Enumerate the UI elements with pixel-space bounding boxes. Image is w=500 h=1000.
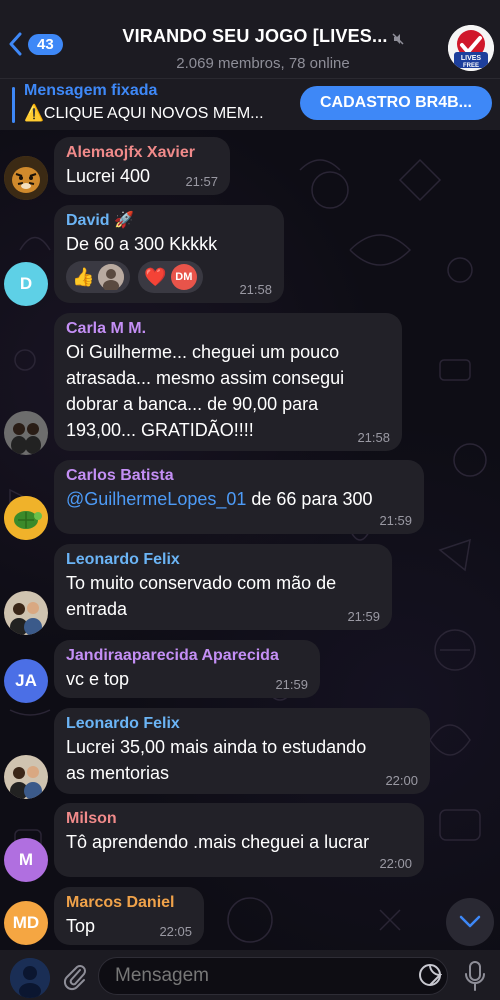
chevron-left-icon — [9, 32, 22, 56]
message-time: 21:58 — [239, 282, 272, 297]
back-button[interactable]: 43 — [8, 32, 63, 56]
scroll-to-bottom-button[interactable] — [446, 898, 494, 946]
message-time: 22:00 — [379, 856, 412, 871]
avatar[interactable] — [4, 591, 48, 635]
pinned-message-bar[interactable]: Mensagem fixada ⚠️CLIQUE AQUI NOVOS MEM.… — [0, 78, 500, 130]
message-text-rest: de 66 para 300 — [246, 489, 373, 509]
tiger-avatar-image — [4, 156, 48, 200]
message-sender: Carlos Batista — [66, 467, 174, 484]
avatar[interactable]: JA — [4, 659, 48, 703]
avatar[interactable]: MD — [4, 901, 48, 945]
message-text-line: Oi Guilherme... cheguei um pouco — [66, 342, 340, 362]
user-mention-link[interactable]: @GuilhermeLopes_01 — [66, 489, 246, 509]
turtle-avatar — [4, 496, 48, 540]
avatar-initials: MD — [12, 913, 40, 932]
message-bubble[interactable]: Milson Tô aprendendo .mais cheguei a luc… — [54, 803, 424, 877]
message-time: 21:59 — [275, 677, 308, 692]
group-avatar[interactable]: LIVES FREE — [448, 25, 494, 71]
pinned-title: Mensagem fixada — [24, 82, 158, 99]
send-as-avatar[interactable] — [10, 958, 50, 998]
sticker-icon[interactable] — [418, 963, 442, 987]
message-bubble[interactable]: Carla M M. Oi Guilherme... cheguei um po… — [54, 313, 402, 451]
message-time: 22:05 — [159, 924, 192, 939]
chat-title: VIRANDO SEU JOGO [LIVES... — [122, 26, 388, 46]
message-text: @GuilhermeLopes_01 de 66 para 300 — [66, 486, 412, 512]
message-text-line: entrada — [66, 599, 128, 619]
pinned-indicator — [12, 87, 15, 123]
message-time: 21:59 — [379, 513, 412, 528]
message-sender: Carla M M. — [66, 320, 147, 337]
message-bubble[interactable]: Alemaojfx Xavier Lucrei 400 21:57 — [54, 137, 230, 195]
avatar[interactable] — [4, 496, 48, 540]
message-text: Tô aprendendo .mais cheguei a lucrar — [66, 832, 370, 852]
message-bubble[interactable]: Carlos Batista @GuilhermeLopes_01 de 66 … — [54, 460, 424, 534]
message-time: 21:59 — [347, 609, 380, 624]
svg-text:LIVES: LIVES — [461, 55, 482, 62]
svg-text:FREE: FREE — [463, 63, 479, 69]
photo-avatar — [4, 755, 48, 799]
chat-header: 43 VIRANDO SEU JOGO [LIVES... 2.069 memb… — [0, 0, 500, 78]
message-time: 22:00 — [385, 773, 418, 788]
chat-title-area[interactable]: VIRANDO SEU JOGO [LIVES... 2.069 membros… — [98, 26, 428, 72]
message-sender: Leonardo Felix — [66, 551, 180, 568]
reactor-avatar — [98, 264, 125, 290]
chevron-down-icon — [459, 915, 481, 928]
microphone-icon[interactable] — [464, 960, 486, 992]
pinned-text: ⚠️CLIQUE AQUI NOVOS MEM... — [24, 105, 264, 122]
chat-subtitle: 2.069 membros, 78 online — [176, 55, 350, 72]
message-sender: Leonardo Felix — [66, 715, 180, 732]
avatar[interactable] — [4, 755, 48, 799]
message-time: 21:57 — [185, 174, 218, 189]
photo-avatar — [4, 591, 48, 635]
message-bubble[interactable]: Leonardo Felix Lucrei 35,00 mais ainda t… — [54, 708, 430, 794]
avatar[interactable]: D — [4, 262, 48, 306]
message-text-line: atrasada... mesmo assim consegui — [66, 368, 345, 388]
avatar[interactable] — [4, 156, 48, 200]
message-sender: David 🚀 — [66, 212, 134, 229]
message-text-line: as mentorias — [66, 763, 170, 783]
paperclip-icon[interactable] — [62, 962, 88, 992]
message-text: vc e top — [66, 669, 130, 689]
photo-avatar — [4, 411, 48, 455]
unread-count-badge: 43 — [28, 33, 63, 55]
message-input[interactable]: Mensagem — [98, 957, 448, 995]
avatar-initials: JA — [15, 671, 37, 690]
avatar[interactable]: M — [4, 838, 48, 882]
message-sender: Jandiraaparecida Aparecida — [66, 647, 279, 664]
message-text-line: Lucrei 35,00 mais ainda to estudando — [66, 737, 367, 757]
message-bubble[interactable]: Leonardo Felix To muito conservado com m… — [54, 544, 392, 630]
message-sender: Milson — [66, 810, 117, 827]
muted-icon — [392, 33, 404, 45]
message-bubble[interactable]: David 🚀 De 60 a 300 Kkkkk 👍 ❤️ DM 21:58 — [54, 205, 284, 303]
message-text-line: dobrar a banca... de 90,00 para — [66, 394, 319, 414]
reaction-thumbs-up[interactable]: 👍 — [66, 261, 131, 293]
reaction-emoji: 👍 — [72, 267, 95, 287]
reaction-emoji: ❤️ — [144, 267, 167, 287]
avatar[interactable] — [4, 411, 48, 455]
message-bubble[interactable]: Marcos Daniel Top 22:05 — [54, 887, 204, 945]
pinned-action-button[interactable]: CADASTRO BR4B... — [300, 86, 492, 120]
message-sender: Alemaojfx Xavier — [66, 144, 195, 161]
avatar-initials: D — [19, 274, 33, 293]
message-text-line: 193,00... GRATIDÃO!!!! — [66, 420, 254, 440]
reactor-avatar: DM — [170, 264, 197, 290]
message-time: 21:58 — [357, 430, 390, 445]
message-text: De 60 a 300 Kkkkk — [66, 234, 218, 254]
reaction-heart[interactable]: ❤️ DM — [138, 261, 203, 293]
message-text-line: To muito conservado com mão de — [66, 573, 337, 593]
avatar-initials: M — [18, 850, 34, 869]
message-sender: Marcos Daniel — [66, 894, 175, 911]
message-bubble[interactable]: Jandiraaparecida Aparecida vc e top 21:5… — [54, 640, 320, 698]
